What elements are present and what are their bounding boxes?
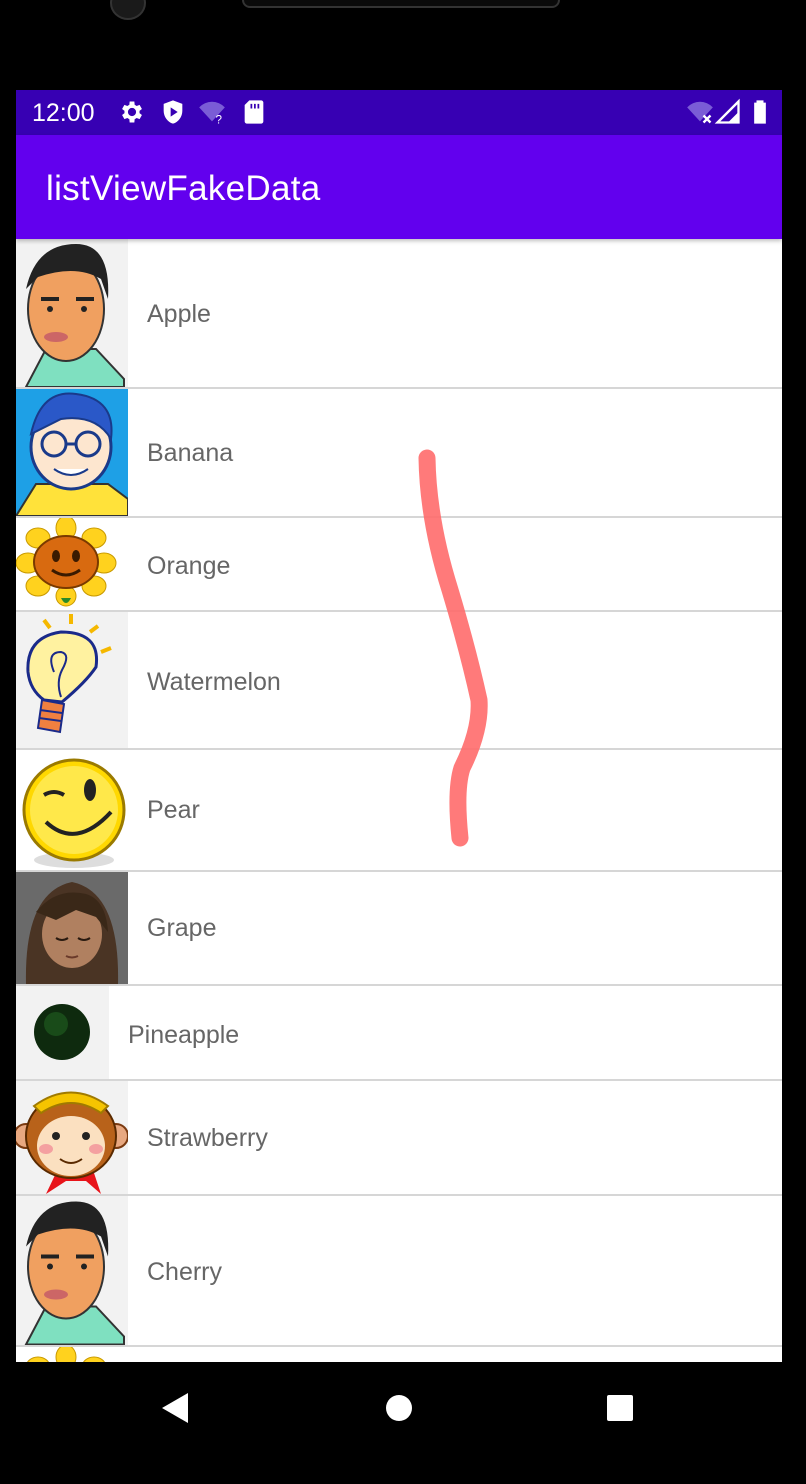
list-item[interactable]: Watermelon	[16, 612, 782, 750]
list-item-label: Orange	[147, 552, 231, 580]
fruit-list[interactable]: Apple Banana Orange Watermelon Pear Grap…	[16, 239, 782, 1362]
battery-icon	[754, 100, 766, 124]
front-camera	[110, 0, 146, 20]
navigation-bar	[0, 1362, 806, 1484]
list-item-label: Apple	[147, 300, 211, 328]
wink-smiley-icon	[16, 750, 128, 870]
list-item-label: Pineapple	[128, 1021, 240, 1049]
settings-gear-icon	[122, 101, 142, 123]
status-time: 12:00	[32, 99, 95, 127]
shield-icon	[163, 100, 183, 124]
earpiece-speaker	[242, 0, 560, 8]
glasses-boy-icon	[16, 389, 128, 516]
sd-card-icon	[244, 100, 264, 124]
list-item-label: Cherry	[147, 1258, 223, 1286]
list-item-label: Banana	[147, 439, 234, 467]
list-item-label: Strawberry	[147, 1124, 268, 1152]
wifi-unknown-icon: ?	[199, 101, 225, 126]
home-icon[interactable]	[384, 1393, 414, 1423]
status-bar: 12:00 ?	[16, 90, 782, 135]
list-item[interactable]: Cherry	[16, 1196, 782, 1347]
recents-icon[interactable]	[605, 1393, 635, 1423]
sunflower-icon	[16, 1347, 128, 1362]
app-bar: listViewFakeData	[16, 135, 782, 239]
list-item[interactable]: Strawberry	[16, 1081, 782, 1196]
list-item[interactable]: Banana	[16, 389, 782, 518]
list-item[interactable]: Orange	[16, 518, 782, 612]
list-item[interactable]: Apple	[16, 239, 782, 389]
wifi-off-icon	[687, 101, 713, 124]
list-item-label: Grape	[147, 914, 217, 942]
svg-text:?: ?	[216, 114, 223, 126]
lightbulb-icon	[16, 612, 128, 748]
list-item-label: Pear	[147, 796, 200, 824]
back-icon[interactable]	[160, 1391, 192, 1425]
phone-screen: 12:00 ? listViewFakeData Apple Banana Or…	[16, 90, 782, 1362]
sunflower-icon	[16, 518, 128, 610]
cell-signal-icon	[714, 98, 740, 124]
app-title: listViewFakeData	[46, 169, 321, 208]
man-avatar-icon	[16, 1196, 128, 1345]
list-item-label: Watermelon	[147, 668, 281, 696]
device-top-bezel	[0, 0, 806, 90]
list-item[interactable]: Pineapple	[16, 986, 782, 1081]
monkey-icon	[16, 1081, 128, 1194]
list-item[interactable]: Grape	[16, 872, 782, 986]
dark-circle-icon	[16, 986, 109, 1079]
list-item[interactable]	[16, 1347, 782, 1362]
man-avatar-icon	[16, 239, 128, 387]
list-item[interactable]: Pear	[16, 750, 782, 872]
anime-girl-icon	[16, 872, 128, 984]
